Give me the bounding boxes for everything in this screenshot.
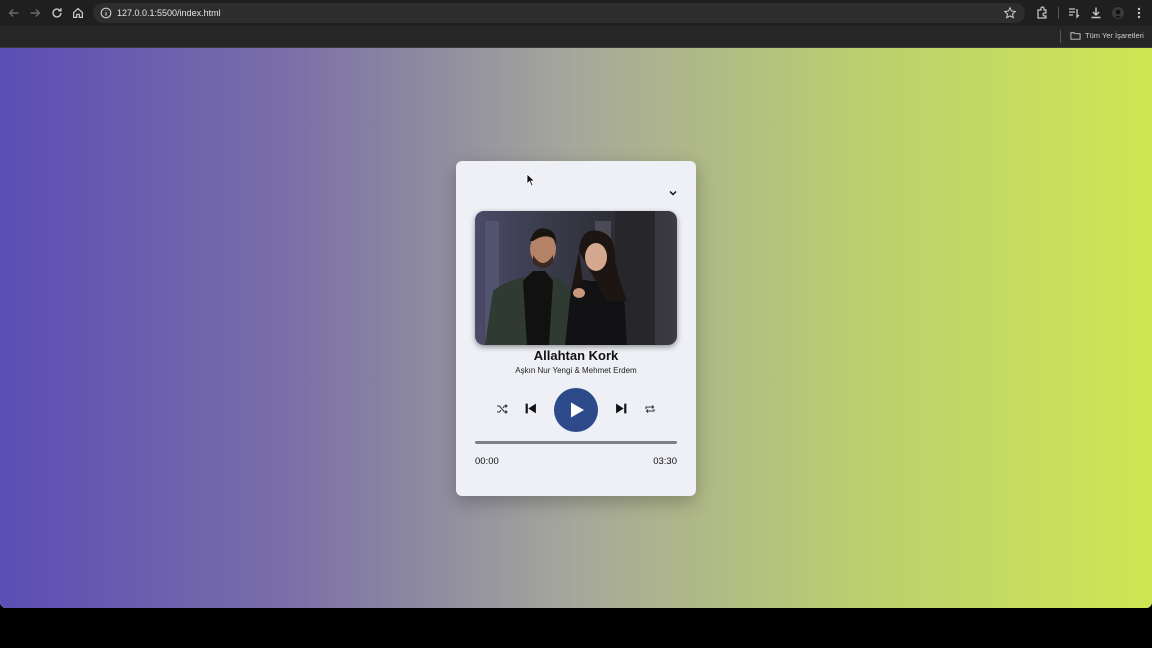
- home-button[interactable]: [70, 5, 86, 21]
- reading-mode-icon[interactable]: [1066, 5, 1082, 21]
- extensions-icon[interactable]: [1034, 5, 1050, 21]
- repeat-icon[interactable]: [644, 403, 656, 415]
- url-text: 127.0.0.1:5500/index.html: [117, 8, 221, 18]
- browser-toolbar: 127.0.0.1:5500/index.html: [0, 0, 1152, 26]
- song-title: Allahtan Kork: [533, 348, 619, 363]
- forward-arrow-icon: [30, 9, 41, 17]
- play-icon: [571, 402, 584, 418]
- play-button[interactable]: [554, 388, 598, 432]
- back-button[interactable]: [6, 5, 22, 21]
- total-duration: 03:30: [653, 456, 677, 467]
- bookmarks-bar: Tüm Yer İşaretleri: [0, 26, 1152, 48]
- mouse-cursor-icon: [526, 173, 536, 187]
- more-menu-icon[interactable]: [1131, 5, 1147, 21]
- address-bar[interactable]: 127.0.0.1:5500/index.html: [93, 3, 1025, 23]
- artist-name: Aşkın Nur Yengi & Mehmet Erdem: [515, 366, 637, 375]
- music-player-card: Allahtan Kork Aşkın Nur Yengi & Mehmet E…: [456, 161, 696, 496]
- site-info-icon[interactable]: [99, 6, 113, 20]
- album-cover-image: [475, 211, 677, 345]
- folder-icon[interactable]: [1070, 30, 1081, 41]
- album-cover: [475, 211, 677, 345]
- bookmarks-divider: [1060, 30, 1061, 43]
- next-track-icon[interactable]: [615, 402, 628, 415]
- reload-icon: [52, 8, 62, 18]
- page-viewport: Allahtan Kork Aşkın Nur Yengi & Mehmet E…: [0, 48, 1152, 608]
- progress-bar[interactable]: [475, 441, 677, 444]
- all-bookmarks-link[interactable]: Tüm Yer İşaretleri: [1085, 30, 1144, 42]
- toolbar-divider: [1058, 7, 1059, 19]
- current-time: 00:00: [475, 456, 499, 467]
- browser-window: 127.0.0.1:5500/index.html Tüm Yer İşaret…: [0, 0, 1152, 608]
- profile-avatar-icon[interactable]: [1110, 5, 1126, 21]
- shuffle-icon[interactable]: [496, 403, 508, 415]
- back-arrow-icon: [8, 9, 19, 17]
- home-icon: [73, 7, 83, 18]
- bookmark-star-icon[interactable]: [1003, 6, 1017, 20]
- chevron-down-icon[interactable]: [668, 188, 678, 198]
- forward-button[interactable]: [27, 5, 43, 21]
- reload-button[interactable]: [49, 5, 65, 21]
- previous-track-icon[interactable]: [524, 402, 537, 415]
- download-icon[interactable]: [1088, 5, 1104, 21]
